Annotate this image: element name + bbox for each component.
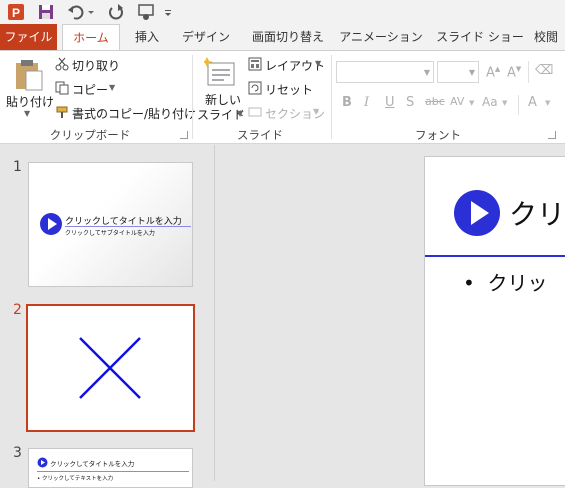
- font-color-dropdown-icon[interactable]: ▼: [545, 99, 550, 107]
- font-group-label: フォント: [415, 128, 461, 142]
- strikethrough-icon[interactable]: abc: [425, 95, 445, 108]
- character-spacing-dropdown-icon[interactable]: ▼: [469, 99, 474, 107]
- copy-icon: [55, 81, 69, 95]
- paste-icon[interactable]: [10, 57, 46, 91]
- slide-thumbnail-2[interactable]: [26, 304, 195, 432]
- ribbon-tabs: ファイル ホーム 挿入 デザイン 画面切り替え アニメーション スライド ショー…: [0, 24, 565, 51]
- play-arrow-icon: [40, 213, 62, 235]
- svg-text:P: P: [12, 6, 20, 20]
- increase-font-size-icon[interactable]: A▲: [486, 65, 500, 80]
- format-painter-icon: [55, 105, 69, 119]
- title-underline: [37, 471, 189, 472]
- slide-thumbnail-3[interactable]: クリックしてタイトルを入力 • クリックしてテキストを入力: [28, 448, 193, 488]
- x-shape: [79, 337, 141, 399]
- current-slide[interactable]: クリッ • クリッ: [424, 156, 565, 486]
- cut-button[interactable]: 切り取り: [72, 57, 120, 74]
- tab-insert[interactable]: 挿入: [126, 24, 168, 50]
- save-icon[interactable]: [36, 2, 56, 22]
- slide-thumbnail-1[interactable]: クリックしてタイトルを入力 クリックしてサブタイトルを入力: [28, 162, 193, 287]
- redo-icon[interactable]: [106, 2, 126, 22]
- cut-icon: [55, 57, 69, 71]
- font-name-combobox[interactable]: ▼: [336, 61, 434, 83]
- decrease-font-size-icon[interactable]: A▼: [507, 65, 521, 80]
- font-name-dropdown-icon[interactable]: ▼: [424, 68, 430, 77]
- slide-number: 1: [13, 159, 22, 175]
- slides-group-label: スライド: [237, 128, 283, 142]
- play-arrow-icon: [454, 190, 500, 236]
- character-spacing-icon[interactable]: AV: [450, 95, 464, 108]
- format-painter-button[interactable]: 書式のコピー/貼り付け: [72, 105, 196, 122]
- group-separator: [192, 55, 193, 139]
- tab-design[interactable]: デザイン: [176, 24, 236, 50]
- text-shadow-icon[interactable]: S: [406, 95, 414, 110]
- powerpoint-app-icon[interactable]: P: [6, 2, 26, 22]
- slide-editing-canvas[interactable]: クリッ • クリッ: [216, 145, 565, 486]
- thumbnail-subtitle: クリックしてサブタイトルを入力: [65, 230, 155, 237]
- font-dialog-launcher-icon[interactable]: [548, 131, 556, 139]
- slide-body-placeholder[interactable]: • クリッ: [463, 267, 548, 296]
- customize-qat-icon[interactable]: [163, 2, 173, 22]
- change-case-dropdown-icon[interactable]: ▼: [502, 99, 507, 107]
- font-color-icon[interactable]: A: [528, 95, 537, 110]
- copy-dropdown-icon[interactable]: ▼: [109, 83, 115, 92]
- group-separator: [331, 55, 332, 139]
- new-slide-icon[interactable]: [201, 57, 236, 89]
- clipboard-dialog-launcher-icon[interactable]: [180, 131, 188, 139]
- reset-button[interactable]: リセット: [265, 81, 313, 98]
- layout-icon: [248, 57, 262, 71]
- copy-button[interactable]: コピー: [72, 81, 108, 98]
- tab-transitions[interactable]: 画面切り替え: [246, 24, 330, 50]
- font-size-combobox[interactable]: ▼: [437, 61, 479, 83]
- thumbnail-title: クリックしてタイトルを入力: [50, 460, 135, 468]
- divider: [528, 61, 529, 83]
- start-from-beginning-icon[interactable]: [136, 2, 158, 22]
- undo-icon[interactable]: [66, 2, 86, 22]
- layout-dropdown-icon[interactable]: ▼: [315, 59, 321, 68]
- tab-animations[interactable]: アニメーション: [338, 24, 424, 50]
- bold-icon[interactable]: B: [342, 95, 352, 110]
- slide-thumbnails-pane[interactable]: 1 クリックしてタイトルを入力 クリックしてサブタイトルを入力 2 3 クリック…: [0, 145, 215, 488]
- tab-home[interactable]: ホーム: [62, 24, 120, 51]
- play-arrow-icon: [37, 457, 48, 468]
- section-icon: [248, 105, 262, 119]
- paste-button[interactable]: 貼り付け: [6, 93, 54, 110]
- slide-title-placeholder[interactable]: クリッ: [509, 193, 565, 233]
- clipboard-group-label: クリップボード: [49, 128, 131, 142]
- title-underline: [65, 226, 191, 227]
- font-size-dropdown-icon[interactable]: ▼: [469, 68, 475, 77]
- underline-icon[interactable]: U: [385, 95, 395, 110]
- divider: [518, 95, 519, 115]
- italic-icon[interactable]: I: [364, 95, 369, 110]
- tab-review[interactable]: 校閲: [528, 24, 564, 50]
- tab-file[interactable]: ファイル: [0, 24, 57, 50]
- new-slide-dropdown-icon[interactable]: ▼: [237, 109, 243, 118]
- slide-number-selected: 2: [13, 302, 22, 318]
- ribbon: 貼り付け ▼ 切り取り コピー ▼ 書式のコピー/貼り付け クリップボード 新し…: [0, 50, 565, 144]
- undo-dropdown-icon[interactable]: [86, 2, 96, 22]
- paste-dropdown-icon[interactable]: ▼: [24, 109, 30, 118]
- section-dropdown-icon[interactable]: ▼: [313, 107, 319, 116]
- change-case-icon[interactable]: Aa: [482, 95, 498, 109]
- slide-number: 3: [13, 445, 22, 461]
- reset-icon: [248, 81, 262, 95]
- title-underline: [425, 255, 565, 257]
- tab-slideshow[interactable]: スライド ショー: [432, 24, 528, 50]
- clear-formatting-icon[interactable]: ⌫: [535, 63, 553, 78]
- quick-access-toolbar: P: [0, 0, 565, 24]
